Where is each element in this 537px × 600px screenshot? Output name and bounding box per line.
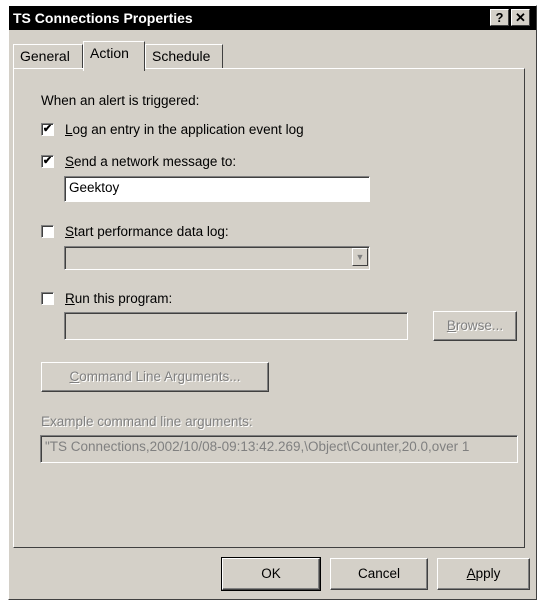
apply-text: pply [475,566,501,581]
start-log-checkbox[interactable] [41,225,54,238]
help-button[interactable]: ? [490,9,509,26]
program-path-input[interactable] [64,312,408,340]
start-log-label[interactable]: Start performance data log: [65,224,229,239]
chevron-down-icon[interactable]: ▼ [352,248,368,266]
log-entry-text: og an entry in the application event log [72,122,304,137]
ok-button[interactable]: OK [221,557,321,591]
command-line-arguments-button[interactable]: Command Line Arguments... [41,362,269,392]
cmd-args-mnemonic: C [69,369,80,384]
tab-action[interactable]: Action [83,41,145,71]
log-entry-checkbox[interactable]: ✔ [41,123,54,136]
run-program-label[interactable]: Run this program: [65,291,172,306]
apply-mnemonic: A [466,566,476,581]
browse-mnemonic: B [446,318,456,333]
intro-label: When an alert is triggered: [41,93,200,108]
cmd-args-text: ommand Line Arguments... [79,369,241,384]
example-args-field: "TS Connections,2002/10/08-09:13:42.269,… [40,435,518,463]
cancel-button[interactable]: Cancel [330,558,428,590]
run-program-mnemonic: R [65,291,75,306]
apply-button[interactable]: Apply [437,558,530,590]
network-message-recipient-input[interactable]: Geektoy [64,176,370,202]
tab-general[interactable]: General [13,44,83,69]
send-message-label[interactable]: Send a network message to: [65,154,236,169]
action-tab-panel [13,68,525,548]
browse-button[interactable]: Browse... [433,311,517,341]
tab-schedule[interactable]: Schedule [145,44,223,69]
start-log-text: tart performance data log: [74,224,229,239]
performance-log-dropdown[interactable]: ▼ [64,246,370,270]
send-message-text: end a network message to: [74,154,237,169]
log-entry-mnemonic: L [65,122,73,137]
send-message-mnemonic: S [65,154,75,169]
window-title: TS Connections Properties [13,10,193,26]
title-bar[interactable]: TS Connections Properties ? ✕ [9,6,536,30]
run-program-text: un this program: [74,291,173,306]
send-message-checkbox[interactable]: ✔ [41,155,54,168]
run-program-checkbox[interactable] [41,292,54,305]
close-button[interactable]: ✕ [511,9,530,26]
log-entry-label[interactable]: Log an entry in the application event lo… [65,122,304,137]
example-args-label: Example command line arguments: [41,414,253,429]
start-log-mnemonic: S [65,224,75,239]
browse-text: rowse... [455,318,504,333]
